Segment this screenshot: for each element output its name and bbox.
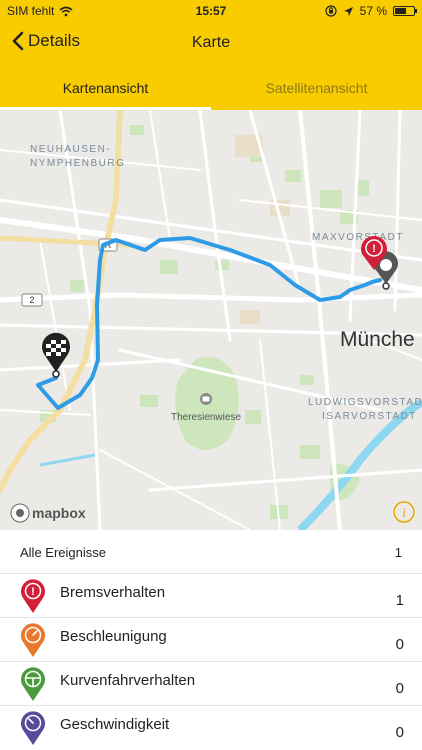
tab-map-view-label: Kartenansicht — [62, 80, 149, 96]
accelerometer-icon — [21, 623, 45, 657]
app-header: SIM fehlt 15:57 57 % Details Karte Karte… — [0, 0, 422, 110]
steering-wheel-icon — [21, 667, 45, 701]
event-label-acceleration: Beschleunigung — [60, 628, 167, 645]
label-neuhausen-line1: NEUHAUSEN- — [30, 144, 111, 155]
label-muenchen: Münche — [340, 328, 415, 351]
event-row-brake[interactable]: ! Bremsverhalten 1 — [0, 574, 422, 618]
map-canvas[interactable]: R 2 NEUHAUSEN- NYMPHENBURG MAXVORSTADT L… — [0, 110, 422, 530]
svg-text:i: i — [402, 505, 406, 520]
tab-map-view[interactable]: Kartenansicht — [0, 66, 211, 110]
status-right: 57 % — [325, 4, 417, 18]
all-events-label: Alle Ereignisse — [20, 545, 106, 560]
map-view[interactable]: R 2 NEUHAUSEN- NYMPHENBURG MAXVORSTADT L… — [0, 110, 422, 530]
svg-text:mapbox: mapbox — [32, 505, 86, 521]
svg-text:!: ! — [31, 586, 35, 598]
event-label-brake: Bremsverhalten — [60, 584, 166, 601]
speedometer-icon — [21, 711, 45, 745]
brake-icon: ! — [21, 579, 45, 613]
orientation-lock-icon — [325, 5, 337, 17]
event-count-cornering: 0 — [395, 680, 404, 697]
road-shield-2: 2 — [21, 293, 43, 307]
event-row-speed[interactable]: Geschwindigkeit 0 — [0, 706, 422, 750]
all-events-count: 1 — [394, 545, 402, 560]
battery-percent: 57 % — [359, 4, 387, 18]
mapbox-logo: mapbox — [10, 503, 86, 523]
event-row-cornering[interactable]: Kurvenfahrverhalten 0 — [0, 662, 422, 706]
chevron-left-icon — [12, 31, 24, 51]
navigation-bar: Details Karte — [0, 28, 422, 60]
status-bar: SIM fehlt 15:57 57 % — [0, 0, 422, 22]
event-label-cornering: Kurvenfahrverhalten — [60, 672, 196, 689]
label-ludwigsvorstadt-line1: LUDWIGSVORSTADT — [308, 397, 422, 408]
svg-text:Theresienwiese: Theresienwiese — [171, 412, 241, 423]
tab-satellite-view[interactable]: Satellitenansicht — [211, 66, 422, 110]
event-label-speed: Geschwindigkeit — [60, 716, 170, 733]
all-events-row[interactable]: Alle Ereignisse 1 — [0, 530, 422, 574]
event-list: Alle Ereignisse 1 ! Bremsverhalten 1 Bes… — [0, 530, 422, 750]
event-count-speed: 0 — [395, 724, 404, 741]
view-tabs: Kartenansicht Satellitenansicht — [0, 66, 422, 110]
event-count-brake: 1 — [395, 592, 404, 609]
tab-satellite-view-label: Satellitenansicht — [265, 80, 368, 96]
svg-text:!: ! — [372, 243, 376, 255]
label-neuhausen-line2: NYMPHENBURG — [30, 158, 125, 169]
event-row-acceleration[interactable]: Beschleunigung 0 — [0, 618, 422, 662]
location-arrow-icon — [343, 6, 353, 16]
label-ludwigsvorstadt-line2: ISARVORSTADT — [322, 411, 417, 422]
battery-icon — [393, 6, 417, 16]
back-button[interactable]: Details — [12, 31, 80, 51]
svg-text:2: 2 — [29, 295, 34, 305]
label-maxvorstadt: MAXVORSTADT — [312, 232, 404, 243]
event-count-acceleration: 0 — [395, 636, 404, 653]
back-label: Details — [28, 31, 80, 50]
